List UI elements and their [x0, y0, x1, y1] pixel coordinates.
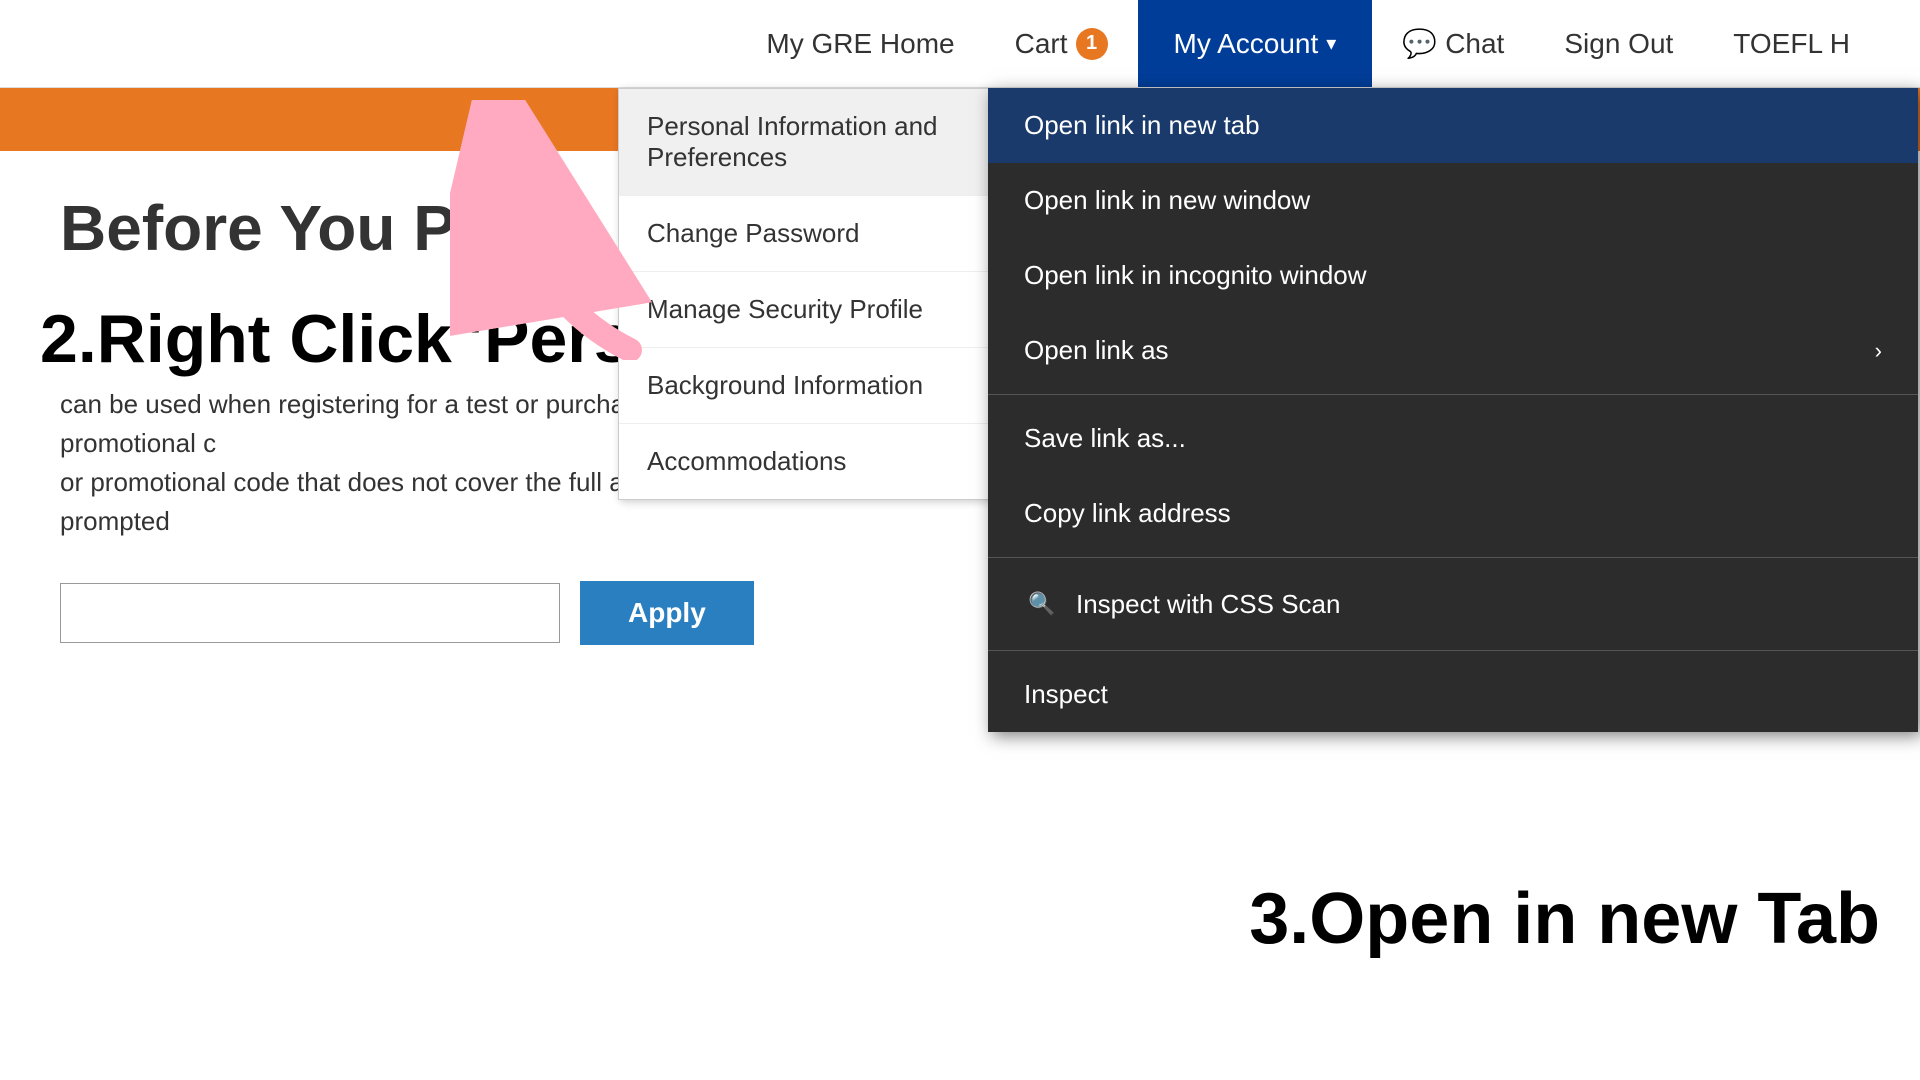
top-navigation: My GRE Home Cart 1 My Account ▾ 💬 Chat S…: [0, 0, 1920, 88]
chat-label: Chat: [1445, 28, 1504, 60]
submenu-arrow-icon: ›: [1875, 338, 1882, 364]
context-separator-3: [988, 650, 1918, 651]
my-account-link[interactable]: My Account ▾: [1138, 0, 1373, 87]
dropdown-item-change-password[interactable]: Change Password: [619, 196, 992, 272]
context-open-as[interactable]: Open link as ›: [988, 313, 1918, 388]
context-separator-1: [988, 394, 1918, 395]
context-inspect[interactable]: Inspect: [988, 657, 1918, 732]
context-copy-link[interactable]: Copy link address: [988, 476, 1918, 551]
dropdown-item-accommodations[interactable]: Accommodations: [619, 424, 992, 499]
apply-button[interactable]: Apply: [580, 581, 754, 645]
my-account-label: My Account: [1174, 28, 1319, 60]
toefl-link[interactable]: TOEFL H: [1703, 0, 1880, 87]
voucher-input[interactable]: [60, 583, 560, 643]
context-open-new-tab[interactable]: Open link in new tab: [988, 88, 1918, 163]
context-open-new-window[interactable]: Open link in new window: [988, 163, 1918, 238]
context-open-incognito[interactable]: Open link in incognito window: [988, 238, 1918, 313]
step3-text: 3.Open in new Tab: [1249, 879, 1880, 959]
account-dropdown-menu: Personal Information and Preferences Cha…: [618, 88, 993, 500]
sign-out-link[interactable]: Sign Out: [1534, 0, 1703, 87]
context-menu: Open link in new tab Open link in new wi…: [988, 88, 1918, 732]
cart-badge: 1: [1076, 28, 1108, 60]
chevron-down-icon: ▾: [1326, 31, 1336, 56]
cart-link[interactable]: Cart 1: [985, 0, 1138, 87]
css-scan-icon: 🔍: [1024, 586, 1060, 622]
context-separator-2: [988, 557, 1918, 558]
chat-icon: 💬: [1402, 27, 1437, 60]
context-save-link[interactable]: Save link as...: [988, 401, 1918, 476]
cart-label: Cart: [1015, 28, 1068, 60]
step3-instruction: 3.Open in new Tab: [1249, 878, 1880, 960]
my-gre-home-link[interactable]: My GRE Home: [736, 0, 984, 87]
dropdown-item-background-info[interactable]: Background Information: [619, 348, 992, 424]
chat-link[interactable]: 💬 Chat: [1372, 0, 1534, 87]
dropdown-item-manage-security[interactable]: Manage Security Profile: [619, 272, 992, 348]
context-inspect-css-scan[interactable]: 🔍 Inspect with CSS Scan: [988, 564, 1918, 644]
dropdown-item-personal-info[interactable]: Personal Information and Preferences: [619, 89, 992, 196]
